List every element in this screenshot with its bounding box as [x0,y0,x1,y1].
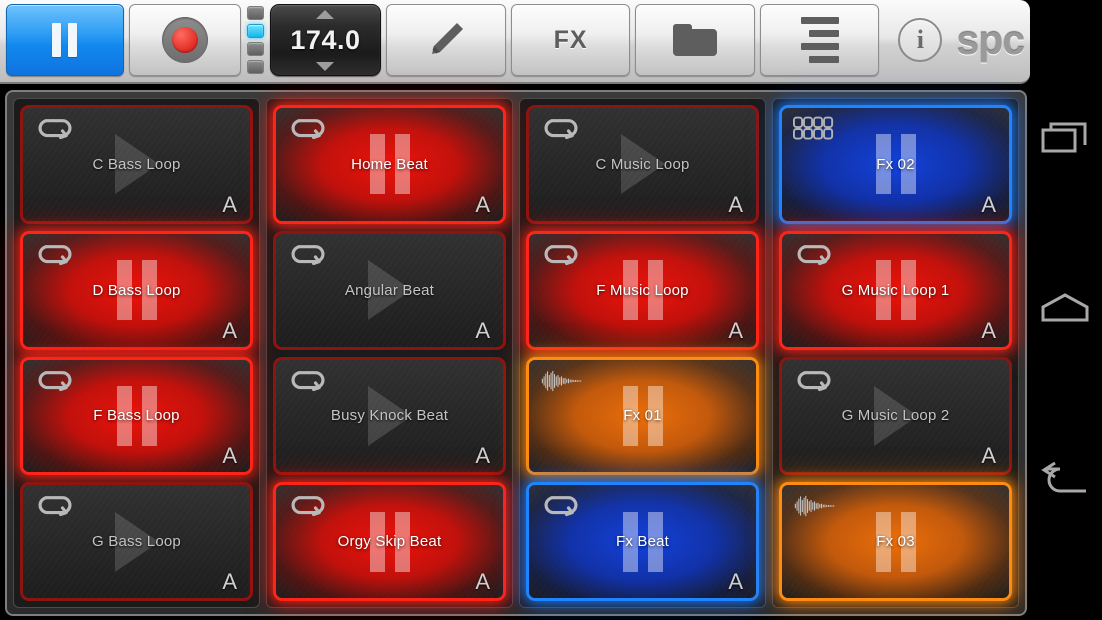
pad-bank-marker: A [475,317,490,343]
pad[interactable]: F Music Loop A [526,230,759,350]
edit-button[interactable] [386,4,506,76]
pad-label: C Music Loop [595,155,690,173]
pad[interactable]: Home Beat A [273,105,506,224]
pad[interactable]: Fx 01 [526,356,759,476]
pad[interactable]: G Music Loop 1 A [779,230,1012,350]
beat-led-1 [246,6,264,20]
pad[interactable]: Fx 02 A [779,105,1012,224]
pad[interactable]: C Bass Loop A [20,105,253,224]
back-button[interactable] [1028,442,1102,516]
pad-bank-marker: A [222,191,237,217]
pad-label: Angular Beat [344,281,435,299]
fx-button[interactable]: FX [510,4,631,76]
pad-label: F Music Loop [596,281,689,299]
pause-icon [52,23,78,57]
pad-bank-marker: A [981,443,996,469]
pad-label: C Bass Loop [92,155,181,173]
pad-label: D Bass Loop [92,281,181,299]
bpm-increase-icon[interactable] [316,10,335,19]
top-toolbar: 174.0 FX i spc [0,0,1030,84]
pad-bank-marker: A [475,191,490,217]
pad-bank-marker: A [475,443,490,469]
pad-column-2: Home Beat A Angular Beat A Busy Knock Beat A O… [266,98,513,608]
pad-bank-marker: A [222,569,237,594]
pad-column-4: Fx 02 A G Music Loop 1AG Music Loop 2 A Fx 0… [772,98,1019,608]
menu-button[interactable] [759,4,880,76]
pad-column-3: C Music Loop A F Music Loop A Fx 01 Fx Beat A [519,98,766,608]
pad-label: Fx 01 [623,407,662,425]
pad-grid: C Bass Loop A D Bass Loop A F Bass Loop A G Ba… [5,90,1027,616]
files-button[interactable] [635,4,755,76]
pad[interactable]: Busy Knock Beat A [273,356,506,476]
pad[interactable]: Fx Beat A [526,482,759,601]
info-icon[interactable]: i [898,18,943,62]
pause-button[interactable] [6,4,124,76]
record-button[interactable] [128,4,241,76]
pad-label: G Music Loop 1 [841,281,950,299]
home-icon [1041,293,1089,322]
bpm-stepper[interactable]: 174.0 [269,4,382,76]
beat-indicator-leds [246,6,264,74]
recents-icon [1041,122,1087,153]
pad[interactable]: Fx 03 [779,482,1012,601]
pad-label: Orgy Skip Beat [337,533,442,551]
pad-bank-marker: A [981,191,996,217]
pad[interactable]: C Music Loop A [526,105,759,224]
toolbar-right-zone: i spc [898,16,1025,64]
pad-label: Fx Beat [615,533,670,551]
back-icon [1041,461,1086,493]
pad[interactable]: G Music Loop 2 A [779,356,1012,476]
bpm-decrease-icon[interactable] [316,62,335,71]
pad-label: G Music Loop 2 [841,407,950,425]
beat-led-2 [246,24,264,38]
pad-bank-marker: A [728,191,743,217]
pad-bank-marker: A [222,317,237,343]
pad-bank-marker: A [728,569,743,594]
pad-label: Home Beat [351,155,428,173]
recents-button[interactable] [1028,100,1102,174]
pad-label: F Bass Loop [93,407,180,425]
beat-led-3 [246,42,264,56]
fx-button-label: FX [553,25,588,54]
pad-label: Fx 02 [876,155,915,173]
pad-label: Busy Knock Beat [330,407,449,425]
pad[interactable]: F Bass Loop A [20,356,253,476]
pencil-icon [432,23,464,54]
pad[interactable]: Orgy Skip Beat A [273,482,506,601]
beat-led-4 [246,60,264,74]
spc-app-screen: 174.0 FX i spc C Bass Loop A D Bass Loop A F… [0,0,1102,620]
pad-column-1: C Bass Loop A D Bass Loop A F Bass Loop A G Ba… [13,98,260,608]
pad-label: Fx 03 [876,533,915,551]
app-logo: spc [956,16,1025,63]
pad-bank-marker: A [475,569,490,594]
pad[interactable]: Angular Beat A [273,230,506,350]
folder-icon [673,24,718,56]
bpm-value: 174.0 [290,25,361,55]
pad[interactable]: G Bass Loop A [20,482,253,601]
pad-bank-marker: A [728,317,743,343]
pad-label: G Bass Loop [92,533,181,551]
record-icon [161,17,208,63]
pad[interactable]: D Bass Loop A [20,230,253,350]
home-button[interactable] [1028,270,1102,344]
android-navigation-bar [1028,88,1102,620]
pad-bank-marker: A [222,443,237,469]
hamburger-icon [800,17,839,63]
pad-bank-marker: A [981,317,996,343]
